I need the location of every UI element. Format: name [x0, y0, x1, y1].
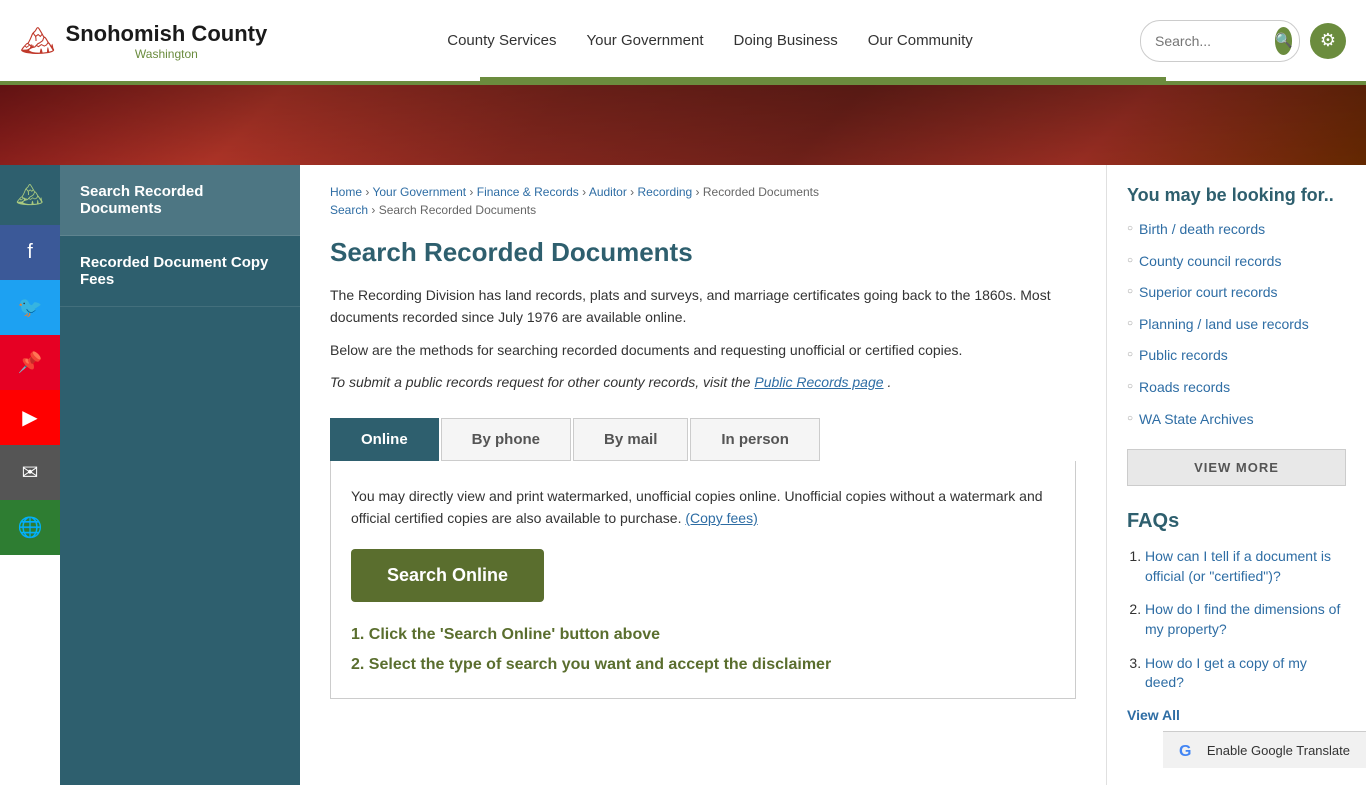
- list-item-public-records: Public records: [1127, 346, 1346, 366]
- search-box: 🔍: [1140, 20, 1300, 62]
- youtube-icon[interactable]: ▶: [0, 390, 60, 445]
- gear-icon: ⚙: [1320, 30, 1336, 51]
- list-item-planning-land: Planning / land use records: [1127, 315, 1346, 335]
- main-layout: 🏔 f 🐦 📌 ▶ ✉ 🌐 Search Recorded Documents …: [0, 165, 1366, 785]
- twitter-icon[interactable]: 🐦: [0, 280, 60, 335]
- translate-label: Enable Google Translate: [1207, 743, 1350, 758]
- roads-records-link[interactable]: Roads records: [1139, 378, 1230, 398]
- instruction-1: 1. Click the 'Search Online' button abov…: [351, 626, 1055, 644]
- nav-doing-business[interactable]: Doing Business: [733, 32, 837, 49]
- nav-search-recorded-documents[interactable]: Search Recorded Documents: [60, 165, 300, 236]
- logo-sub: Washington: [66, 47, 268, 61]
- search-online-button[interactable]: Search Online: [351, 549, 544, 602]
- list-item-wa-archives: WA State Archives: [1127, 410, 1346, 430]
- tab-by-phone[interactable]: By phone: [441, 418, 571, 461]
- breadcrumb-line2: Search › Search Recorded Documents: [330, 203, 1076, 217]
- hero-image: [0, 85, 1366, 165]
- breadcrumb-home[interactable]: Home: [330, 185, 362, 199]
- description-paragraph-1: The Recording Division has land records,…: [330, 284, 1076, 329]
- nav-your-government[interactable]: Your Government: [586, 32, 703, 49]
- social-logo-box[interactable]: 🏔: [0, 165, 60, 225]
- header: 🏔 Snohomish County Washington County Ser…: [0, 0, 1366, 85]
- globe-icon[interactable]: 🌐: [0, 500, 60, 555]
- logo-name: Snohomish County: [66, 21, 268, 47]
- twitter-logo: 🐦: [18, 295, 43, 320]
- breadcrumb: Home › Your Government › Finance & Recor…: [330, 185, 1076, 199]
- breadcrumb-search[interactable]: Search: [330, 203, 368, 217]
- birth-death-records-link[interactable]: Birth / death records: [1139, 220, 1265, 240]
- list-item-county-council: County council records: [1127, 252, 1346, 272]
- faq-item-3: How do I get a copy of my deed?: [1145, 654, 1346, 693]
- list-item-birth-death: Birth / death records: [1127, 220, 1346, 240]
- breadcrumb-current: Recorded Documents: [703, 185, 819, 199]
- email-icon[interactable]: ✉: [0, 445, 60, 500]
- search-icon: 🔍: [1275, 32, 1292, 49]
- faq-dimensions-link[interactable]: How do I find the dimensions of my prope…: [1145, 601, 1340, 637]
- svg-text:G: G: [1179, 743, 1191, 760]
- translate-bar[interactable]: G Enable Google Translate: [1163, 731, 1366, 768]
- nav-recorded-document-copy-fees[interactable]: Recorded Document Copy Fees: [60, 236, 300, 307]
- logo-area: 🏔 Snohomish County Washington: [20, 21, 280, 61]
- view-all-link[interactable]: View All: [1127, 707, 1346, 723]
- logo-mountain-icon: 🏔: [20, 24, 56, 57]
- tabs: Online By phone By mail In person: [330, 418, 1076, 461]
- faqs-title: FAQs: [1127, 510, 1346, 533]
- sidebar-logo-icon: 🏔: [16, 182, 44, 208]
- faq-item-2: How do I find the dimensions of my prope…: [1145, 600, 1346, 639]
- tab-online-description: You may directly view and print watermar…: [351, 485, 1055, 530]
- view-more-button[interactable]: VIEW MORE: [1127, 449, 1346, 486]
- search-input[interactable]: [1155, 33, 1275, 49]
- wa-state-archives-link[interactable]: WA State Archives: [1139, 410, 1254, 430]
- public-records-sidebar-link[interactable]: Public records: [1139, 346, 1228, 366]
- globe-logo: 🌐: [18, 515, 43, 540]
- public-records-link[interactable]: Public Records page: [754, 374, 883, 390]
- pinterest-icon[interactable]: 📌: [0, 335, 60, 390]
- faq-certified-link[interactable]: How can I tell if a document is official…: [1145, 548, 1331, 584]
- tab-online[interactable]: Online: [330, 418, 439, 461]
- breadcrumb-current-page: Search Recorded Documents: [379, 203, 536, 217]
- superior-court-records-link[interactable]: Superior court records: [1139, 283, 1278, 303]
- main-content: Home › Your Government › Finance & Recor…: [300, 165, 1106, 785]
- settings-button[interactable]: ⚙: [1310, 23, 1346, 59]
- search-button[interactable]: 🔍: [1275, 27, 1292, 55]
- faq-list: How can I tell if a document is official…: [1127, 547, 1346, 693]
- email-logo: ✉: [22, 460, 39, 485]
- description-paragraph-3: To submit a public records request for o…: [330, 371, 1076, 393]
- social-sidebar: 🏔 f 🐦 📌 ▶ ✉ 🌐: [0, 165, 60, 785]
- tab-in-person[interactable]: In person: [690, 418, 820, 461]
- facebook-logo: f: [27, 241, 33, 264]
- breadcrumb-auditor[interactable]: Auditor: [589, 185, 627, 199]
- list-item-roads-records: Roads records: [1127, 378, 1346, 398]
- nav-underline: [480, 77, 1166, 81]
- description-paragraph-2: Below are the methods for searching reco…: [330, 339, 1076, 361]
- description-3-post: .: [887, 374, 891, 390]
- description-3-pre: To submit a public records request for o…: [330, 374, 754, 390]
- breadcrumb-recording[interactable]: Recording: [638, 185, 693, 199]
- left-nav: Search Recorded Documents Recorded Docum…: [60, 165, 300, 785]
- nav-our-community[interactable]: Our Community: [868, 32, 973, 49]
- youtube-logo: ▶: [22, 405, 37, 430]
- faq-item-1: How can I tell if a document is official…: [1145, 547, 1346, 586]
- logo-text: Snohomish County Washington: [66, 21, 268, 61]
- facebook-icon[interactable]: f: [0, 225, 60, 280]
- breadcrumb-finance-records[interactable]: Finance & Records: [477, 185, 579, 199]
- instruction-2: 2. Select the type of search you want an…: [351, 656, 1055, 674]
- pinterest-logo: 📌: [18, 350, 43, 375]
- faq-deed-link[interactable]: How do I get a copy of my deed?: [1145, 655, 1307, 691]
- copy-fees-link[interactable]: (Copy fees): [685, 510, 757, 526]
- right-sidebar: You may be looking for.. Birth / death r…: [1106, 165, 1366, 785]
- tab-by-mail[interactable]: By mail: [573, 418, 688, 461]
- main-nav: County Services Your Government Doing Bu…: [280, 32, 1140, 49]
- google-icon: G: [1179, 740, 1199, 760]
- list-item-superior-court: Superior court records: [1127, 283, 1346, 303]
- tab-content-online: You may directly view and print watermar…: [330, 461, 1076, 700]
- county-council-records-link[interactable]: County council records: [1139, 252, 1281, 272]
- nav-county-services[interactable]: County Services: [447, 32, 556, 49]
- planning-land-use-link[interactable]: Planning / land use records: [1139, 315, 1309, 335]
- looking-for-title: You may be looking for..: [1127, 185, 1346, 206]
- looking-for-list: Birth / death records County council rec…: [1127, 220, 1346, 429]
- page-title: Search Recorded Documents: [330, 237, 1076, 268]
- breadcrumb-your-government[interactable]: Your Government: [372, 185, 466, 199]
- search-area: 🔍 ⚙: [1140, 20, 1346, 62]
